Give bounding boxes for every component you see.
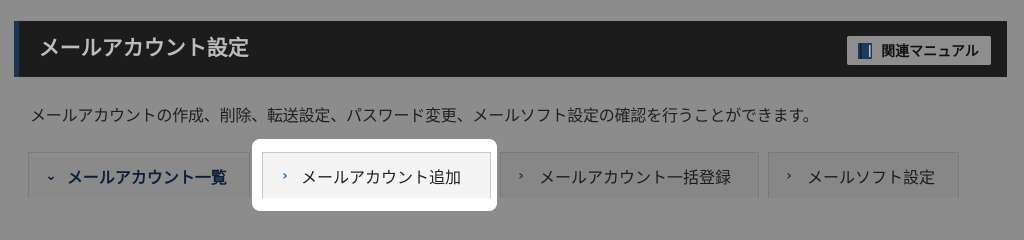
page-title: メールアカウント設定 [39, 36, 249, 60]
tab-mail-account-add[interactable]: › メールアカウント追加 [262, 152, 491, 198]
tab-mail-software-settings[interactable]: › メールソフト設定 [768, 152, 959, 198]
chevron-right-icon: › [282, 167, 288, 184]
related-manual-button[interactable]: 関連マニュアル [847, 36, 991, 65]
page-description: メールアカウントの作成、削除、転送設定、パスワード変更、メールソフト設定の確認を… [30, 106, 819, 125]
tab-mail-account-list[interactable]: ⌄ メールアカウント一覧 [28, 152, 250, 198]
chevron-right-icon: › [786, 167, 792, 184]
tab-label: メールアカウント追加 [301, 167, 462, 187]
tab-label: メールソフト設定 [807, 167, 936, 187]
tab-label: メールアカウント一括登録 [539, 167, 732, 187]
tab-label: メールアカウント一覧 [67, 167, 228, 187]
chevron-down-icon: ⌄ [45, 167, 57, 184]
page-header: メールアカウント設定 関連マニュアル [14, 21, 1007, 77]
book-icon [858, 42, 873, 59]
chevron-right-icon: › [518, 167, 524, 184]
related-manual-label: 関連マニュアル [881, 43, 979, 60]
dimmed-page: メールアカウント設定 関連マニュアル メールアカウントの作成、削除、転送設定、パ… [0, 0, 1024, 215]
tab-mail-account-bulk-register[interactable]: › メールアカウント一括登録 [500, 152, 759, 198]
